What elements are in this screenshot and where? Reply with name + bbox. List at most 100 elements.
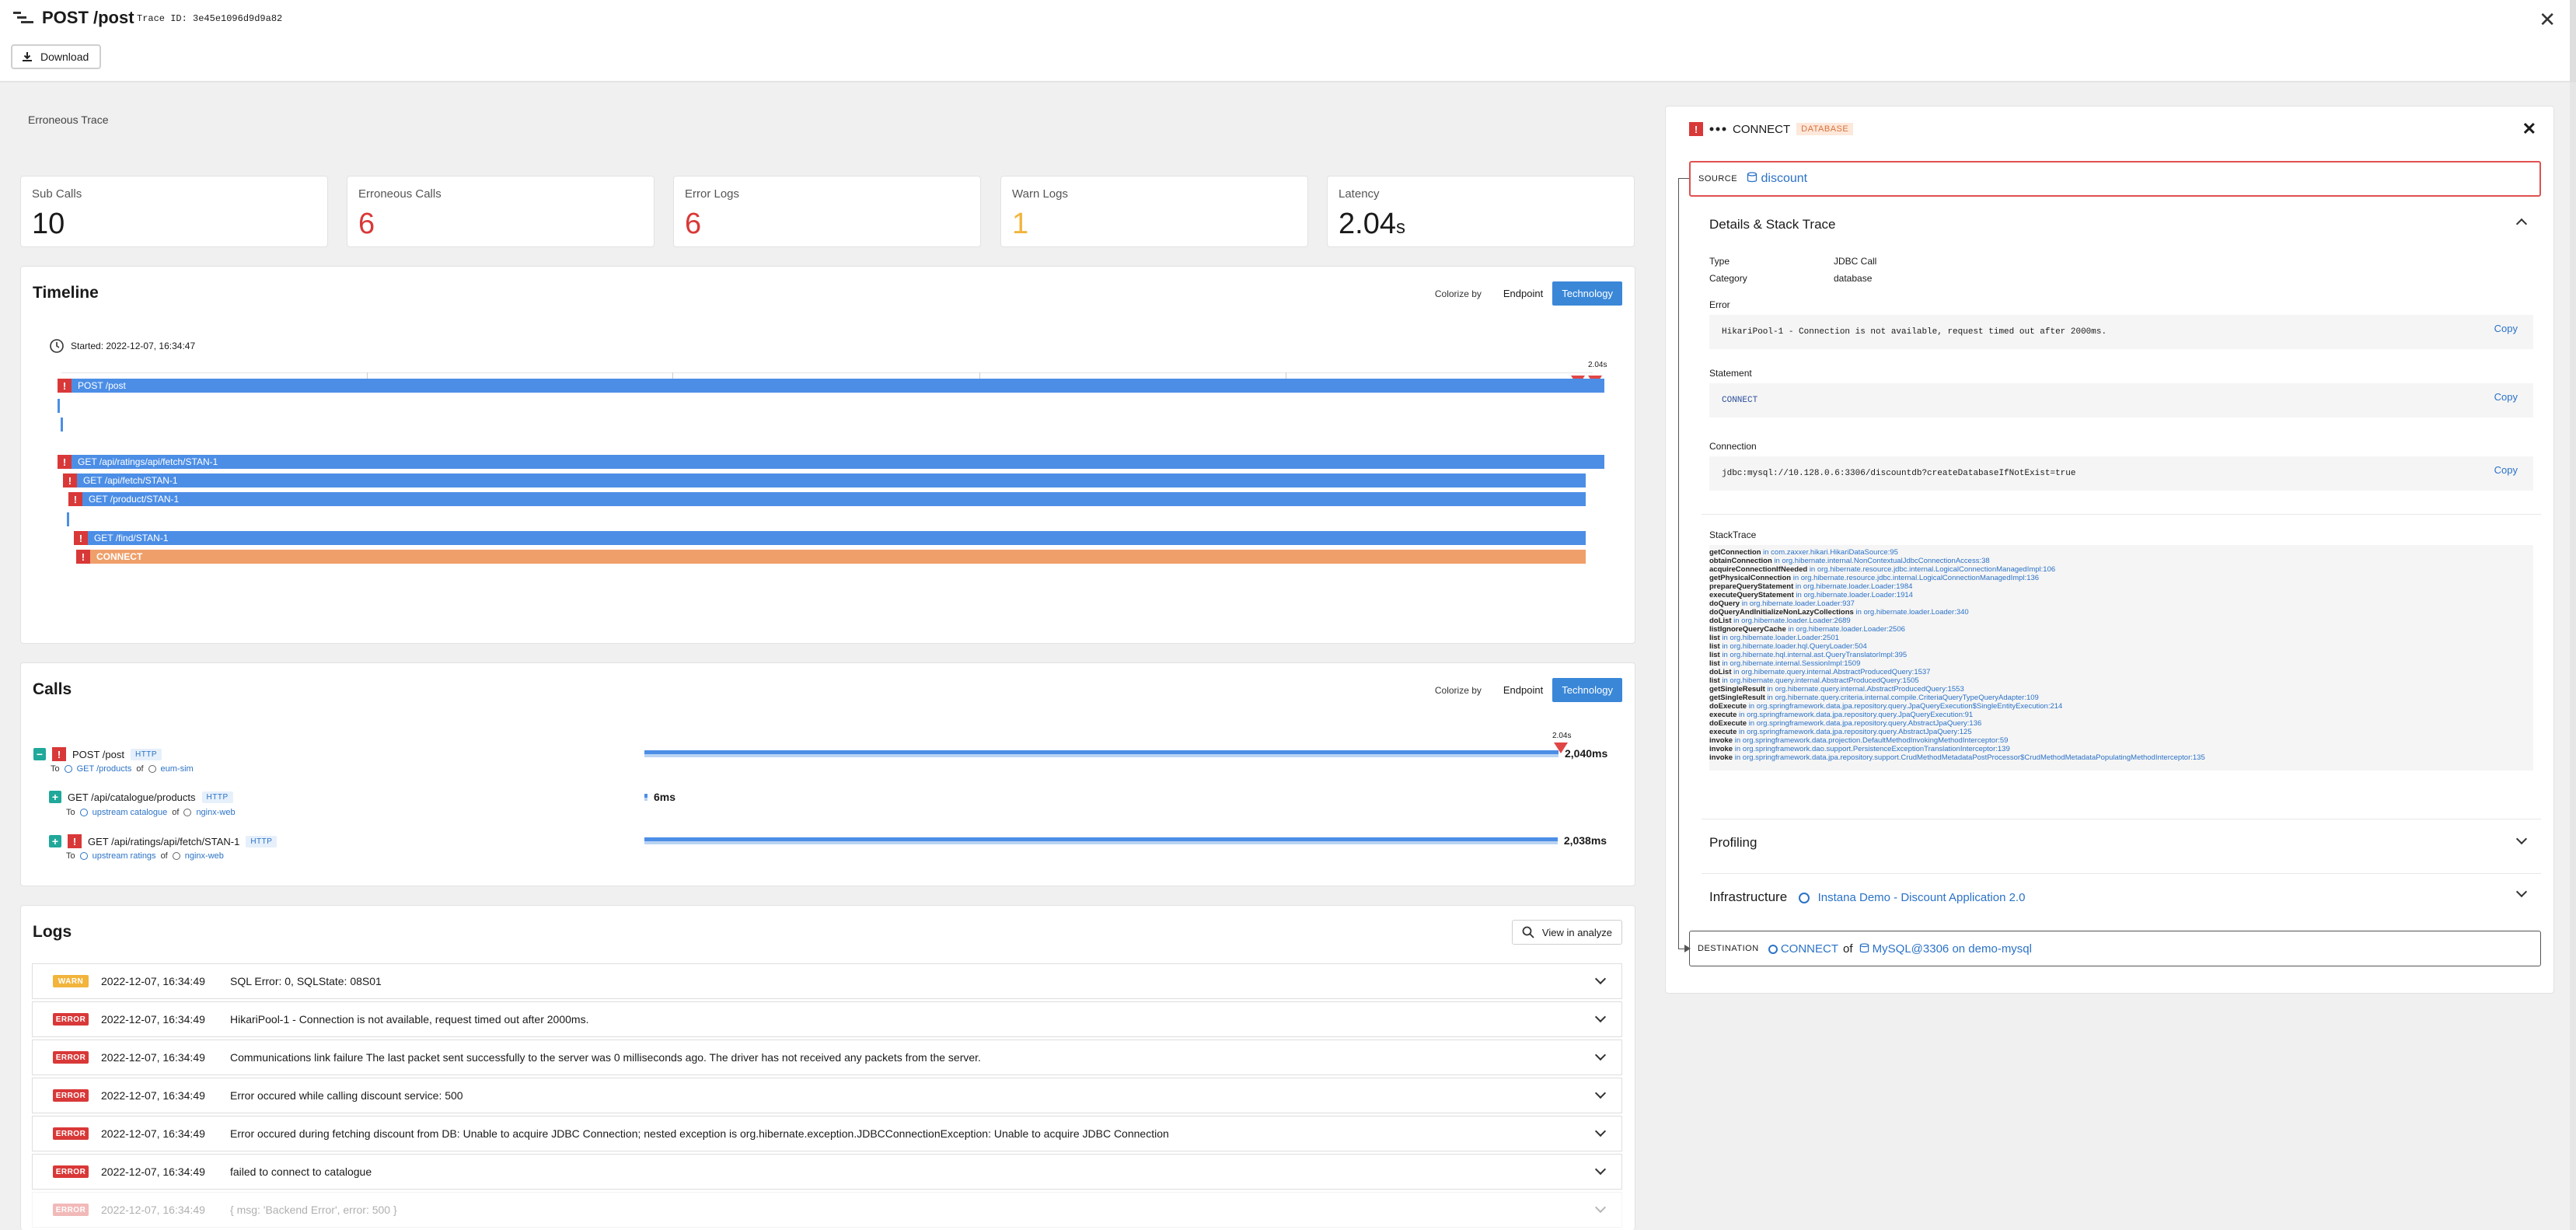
call-service-link[interactable]: eum-sim	[161, 764, 194, 774]
chevron-down-icon[interactable]	[2515, 833, 2528, 845]
view-in-analyze-button[interactable]: View in analyze	[1511, 920, 1622, 945]
chevron-up-icon[interactable]	[2515, 218, 2528, 230]
colorize-technology-button[interactable]: Technology	[1552, 678, 1622, 702]
stack-location[interactable]: in org.hibernate.query.internal.Abstract…	[1767, 685, 1963, 694]
call-row[interactable]: +! GET /api/ratings/api/fetch/STAN-1 HTTP	[49, 834, 277, 848]
copy-error-button[interactable]: Copy	[2494, 323, 2518, 334]
stack-location[interactable]: in org.hibernate.loader.Loader:1984	[1796, 582, 1913, 591]
call-name: GET /api/catalogue/products	[68, 791, 196, 803]
details-title[interactable]: Details & Stack Trace	[1709, 217, 1836, 232]
close-icon[interactable]: ✕	[2539, 8, 2556, 32]
colorize-endpoint-button[interactable]: Endpoint	[1494, 678, 1552, 702]
stack-location[interactable]: in org.hibernate.query.criteria.internal…	[1767, 694, 2038, 702]
profiling-section[interactable]: Profiling	[1702, 819, 2541, 865]
call-duration: 2,038ms	[1563, 834, 1607, 847]
stack-location[interactable]: in org.hibernate.loader.Loader:1914	[1796, 591, 1913, 599]
collapse-icon[interactable]: −	[33, 748, 46, 760]
stack-frame: doExecute in org.springframework.data.jp…	[1709, 719, 2533, 728]
timeline-span[interactable]: ! GET /api/fetch/STAN-1	[62, 473, 1586, 487]
expand-icon[interactable]: +	[49, 835, 61, 847]
span-label: GET /api/ratings/api/fetch/STAN-1	[78, 456, 218, 467]
call-target-link[interactable]: upstream ratings	[92, 851, 156, 861]
stack-location[interactable]: in org.springframework.data.projection.D…	[1735, 736, 2009, 745]
close-icon[interactable]: ✕	[2522, 119, 2536, 139]
call-row[interactable]: −! POST /post HTTP	[33, 747, 162, 761]
copy-statement-button[interactable]: Copy	[2494, 391, 2518, 403]
error-icon: !	[68, 834, 82, 848]
copy-connection-button[interactable]: Copy	[2494, 464, 2518, 476]
call-target-link[interactable]: upstream catalogue	[92, 808, 168, 817]
source-link[interactable]: discount	[1747, 172, 1807, 186]
stack-location[interactable]: in org.hibernate.loader.Loader:2689	[1733, 617, 1851, 625]
destination-call-link[interactable]: CONNECT	[1768, 942, 1838, 956]
log-row[interactable]: ERROR 2022-12-07, 16:34:49 HikariPool-1 - …	[32, 1001, 1622, 1037]
scrollbar[interactable]	[2570, 0, 2576, 82]
colorize-endpoint-button[interactable]: Endpoint	[1494, 281, 1552, 306]
stack-method: listIgnoreQueryCache	[1709, 625, 1786, 634]
chevron-down-icon[interactable]	[1594, 973, 1607, 985]
colorize-technology-button[interactable]: Technology	[1552, 281, 1622, 306]
infrastructure-link[interactable]: Instana Demo - Discount Application 2.0	[1818, 891, 2026, 904]
profiling-title[interactable]: Profiling	[1709, 835, 1757, 851]
stack-location[interactable]: in org.springframework.data.jpa.reposito…	[1749, 702, 2063, 711]
log-level-badge: WARN	[53, 975, 89, 987]
destination-service-link[interactable]: MySQL@3306 on demo-mysql	[1859, 942, 2032, 956]
stack-location[interactable]: in org.hibernate.loader.Loader:340	[1855, 608, 1968, 617]
stack-location[interactable]: in org.hibernate.internal.SessionImpl:15…	[1722, 659, 1860, 668]
stack-location[interactable]: in org.hibernate.query.internal.Abstract…	[1733, 668, 1930, 676]
stack-location[interactable]: in org.hibernate.hql.internal.ast.QueryT…	[1722, 651, 1907, 659]
page-title: POST /post	[42, 8, 134, 27]
scrollbar[interactable]	[2570, 82, 2576, 1230]
stat-label: Error Logs	[685, 187, 740, 201]
call-service-link[interactable]: nginx-web	[196, 808, 235, 817]
chevron-down-icon[interactable]	[1594, 1201, 1607, 1214]
stack-location[interactable]: in org.hibernate.loader.Loader:2506	[1788, 625, 1905, 634]
log-row[interactable]: ERROR 2022-12-07, 16:34:49 Error occured w…	[32, 1078, 1622, 1113]
timeline-span[interactable]: ! GET /api/ratings/api/fetch/STAN-1	[58, 455, 1604, 469]
stack-location[interactable]: in org.hibernate.resource.jdbc.internal.…	[1810, 565, 2055, 574]
type-key: Type	[1709, 256, 1730, 267]
chevron-down-icon[interactable]	[1594, 1049, 1607, 1061]
stack-location[interactable]: in org.springframework.data.jpa.reposito…	[1739, 711, 1973, 719]
stack-location[interactable]: in org.hibernate.query.internal.Abstract…	[1722, 676, 1918, 685]
chevron-down-icon[interactable]	[2515, 886, 2528, 898]
download-button[interactable]: Download	[11, 44, 102, 69]
chevron-down-icon[interactable]	[1594, 1125, 1607, 1137]
stat-card: Sub Calls 10	[20, 176, 328, 247]
timeline-tick	[367, 372, 368, 379]
call-row[interactable]: + GET /api/catalogue/products HTTP	[49, 791, 233, 803]
call-name: POST /post	[72, 748, 124, 760]
timeline-span[interactable]: ! GET /product/STAN-1	[68, 492, 1586, 506]
log-row[interactable]: ERROR 2022-12-07, 16:34:49 failed to conne…	[32, 1154, 1622, 1190]
call-duration: 2,040ms	[1565, 747, 1608, 760]
timeline-span[interactable]: ! CONNECT	[75, 550, 1586, 564]
stack-location[interactable]: in org.hibernate.loader.hql.QueryLoader:…	[1722, 642, 1866, 651]
chevron-down-icon[interactable]	[1594, 1163, 1607, 1176]
timeline-span[interactable]: ! GET /find/STAN-1	[73, 531, 1586, 545]
call-service-link[interactable]: nginx-web	[185, 851, 224, 861]
stack-location[interactable]: in org.springframework.data.jpa.reposito…	[1749, 719, 1982, 728]
chevron-down-icon[interactable]	[1594, 1011, 1607, 1023]
timeline-span[interactable]: ! POST /post	[58, 379, 1604, 393]
statement-label: Statement	[1709, 368, 1752, 379]
expand-icon[interactable]: +	[49, 791, 61, 803]
stack-location[interactable]: in org.hibernate.loader.Loader:937	[1742, 599, 1855, 608]
stack-location[interactable]: in org.hibernate.internal.NonContextualJ…	[1774, 557, 1989, 565]
stack-location[interactable]: in org.springframework.data.jpa.reposito…	[1735, 753, 2205, 762]
log-row[interactable]: ERROR 2022-12-07, 16:34:49 Communications …	[32, 1040, 1622, 1075]
infrastructure-icon	[1798, 892, 1810, 903]
error-code-box: HikariPool-1 - Connection is not availab…	[1709, 315, 2533, 349]
stat-value: 1	[1012, 208, 1028, 241]
stack-location[interactable]: in org.springframework.data.jpa.reposito…	[1739, 728, 1972, 736]
stack-location[interactable]: in org.hibernate.resource.jdbc.internal.…	[1793, 574, 2039, 582]
infrastructure-section[interactable]: Infrastructure Instana Demo - Discount A…	[1702, 873, 2541, 921]
stack-location[interactable]: in org.springframework.dao.support.Persi…	[1735, 745, 2010, 753]
log-row[interactable]: WARN 2022-12-07, 16:34:49 SQL Error: 0, SQ…	[32, 963, 1622, 999]
stack-location[interactable]: in com.zaxxer.hikari.HikariDataSource:95	[1763, 548, 1898, 557]
stack-method: getSingleResult	[1709, 694, 1765, 702]
log-row[interactable]: ERROR 2022-12-07, 16:34:49 Error occured d…	[32, 1116, 1622, 1151]
call-target-link[interactable]: GET /products	[77, 764, 132, 774]
log-row[interactable]: ERROR 2022-12-07, 16:34:49 { msg: 'Backend…	[32, 1192, 1622, 1228]
stack-location[interactable]: in org.hibernate.loader.Loader:2501	[1722, 634, 1839, 642]
chevron-down-icon[interactable]	[1594, 1087, 1607, 1099]
